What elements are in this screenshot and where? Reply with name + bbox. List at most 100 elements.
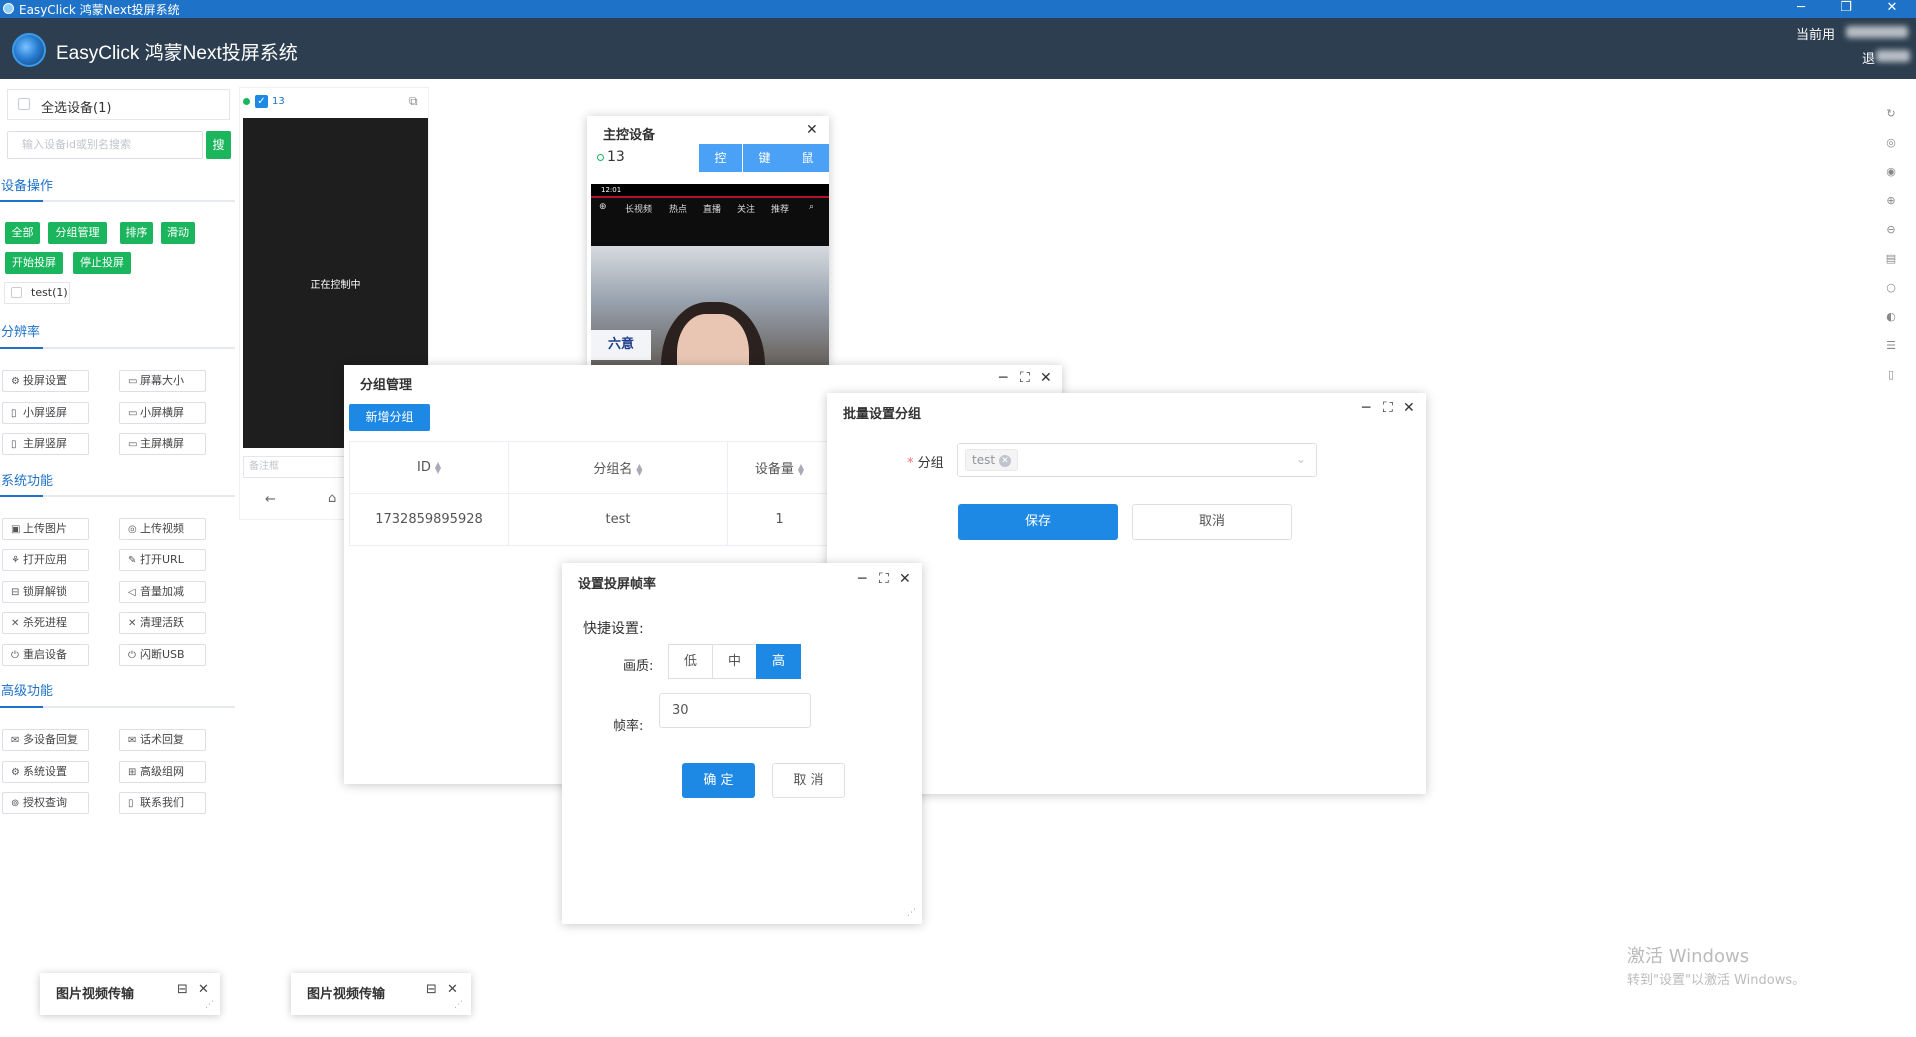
device-search-input[interactable]: 输入设备id或别名搜索 <box>7 131 203 159</box>
logout-link[interactable]: 退 <box>1862 48 1875 67</box>
minimize-dialog-icon[interactable]: ─ <box>858 571 866 587</box>
confirm-button[interactable]: 确 定 <box>682 763 755 798</box>
phone-mirror-screen[interactable]: 12:01 ⊕ 长视频 热点 直播 关注 推荐 ⌕ 六意 <box>591 184 829 380</box>
kill-process-button[interactable]: ✕ 杀死进程 <box>2 612 89 634</box>
close-icon[interactable]: ✕ <box>899 571 911 587</box>
script-reply-button[interactable]: ✉ 话术回复 <box>119 729 206 751</box>
home-icon[interactable]: ⌂ <box>328 491 336 506</box>
menu-icon[interactable]: ☰ <box>1876 333 1906 359</box>
screen-icon[interactable]: ▤ <box>1876 246 1906 272</box>
section-resolution: 分辨率 <box>1 325 41 340</box>
group-manage-button[interactable]: 分组管理 <box>48 222 107 244</box>
copy-icon[interactable]: ⧉ <box>409 94 418 109</box>
small-landscape-button[interactable]: ▭ 小屏横屏 <box>119 402 206 424</box>
quality-medium[interactable]: 中 <box>712 644 757 679</box>
restore-window-icon[interactable]: ⊟ <box>426 982 437 997</box>
zoom-in-icon[interactable]: ⊕ <box>1876 188 1906 214</box>
restore-icon[interactable]: ❐ <box>1826 0 1866 18</box>
tab-control[interactable]: 控 <box>699 144 742 172</box>
lock-icon: ⊟ <box>11 587 20 598</box>
group-checkbox[interactable] <box>11 287 22 298</box>
chevron-down-icon[interactable]: ⌄ <box>1296 452 1306 466</box>
contact-us-button[interactable]: ▯ 联系我们 <box>119 792 206 814</box>
master-device-dialog[interactable]: 主控设备 ✕ 13 控 键 鼠 12:01 ⊕ 长视频 热点 直播 关注 推荐 … <box>587 116 829 380</box>
multi-device-reply-button[interactable]: ✉ 多设备回复 <box>2 729 89 751</box>
open-app-button[interactable]: ⚘ 打开应用 <box>2 549 89 571</box>
cancel-button[interactable]: 取消 <box>1132 504 1292 540</box>
column-id[interactable]: ID ▲ ▼ <box>349 441 509 494</box>
resize-handle-icon[interactable]: ⋰ <box>205 1001 215 1011</box>
device-checkbox[interactable]: ✓ <box>255 95 268 108</box>
refresh-icon[interactable]: ↻ <box>1876 101 1906 127</box>
select-all-devices[interactable]: 全选设备(1) <box>7 89 230 120</box>
close-icon[interactable]: ✕ <box>198 982 209 997</box>
group-filter-test[interactable]: test(1) <box>4 282 70 304</box>
minimize-dialog-icon[interactable]: ─ <box>999 370 1007 386</box>
minimize-dialog-icon[interactable]: ─ <box>1362 400 1370 416</box>
back-arrow-icon[interactable]: ← <box>265 492 276 507</box>
phone-icon[interactable]: ▯ <box>1876 362 1906 388</box>
maximize-dialog-icon[interactable]: ⛶ <box>1020 370 1030 386</box>
search-button[interactable]: 搜 <box>206 131 231 159</box>
zoom-out-icon[interactable]: ⊖ <box>1876 217 1906 243</box>
screen-size-button[interactable]: ▭ 屏幕大小 <box>119 370 206 392</box>
upload-video-button[interactable]: ◎ 上传视频 <box>119 518 206 540</box>
group-select[interactable]: test ✕ ⌄ <box>957 443 1317 477</box>
quality-low[interactable]: 低 <box>668 644 713 679</box>
fps-input[interactable]: 30 <box>659 693 811 728</box>
frame-rate-dialog[interactable]: 设置投屏帧率 ─ ⛶ ✕ 快捷设置: 画质: 低 中 高 帧率: 30 确 定 … <box>562 563 922 924</box>
license-query-button[interactable]: ⊚ 授权查询 <box>2 792 89 814</box>
volume-button[interactable]: ◁ 音量加减 <box>119 581 206 603</box>
record-icon[interactable]: ◉ <box>1876 159 1906 185</box>
add-group-button[interactable]: 新增分组 <box>349 404 430 431</box>
quality-high[interactable]: 高 <box>756 644 801 679</box>
open-url-button[interactable]: ✎ 打开URL <box>119 549 206 571</box>
stop-cast-button[interactable]: 停止投屏 <box>73 252 131 274</box>
close-icon[interactable]: ✕ <box>1040 370 1052 386</box>
swipe-button[interactable]: 滑动 <box>161 222 195 244</box>
table-row[interactable]: 1732859895928 test 1 <box>349 493 832 546</box>
resize-handle-icon[interactable]: ⋰ <box>907 909 917 919</box>
all-button[interactable]: 全部 <box>5 222 40 244</box>
resize-handle-icon[interactable]: ⋰ <box>454 1001 464 1011</box>
cancel-button[interactable]: 取 消 <box>772 763 845 798</box>
sort-icon: ▲ ▼ <box>797 461 805 477</box>
small-portrait-button[interactable]: ▯ 小屏竖屏 <box>2 402 89 424</box>
mini-window-media-transfer[interactable]: 图片视频传输 ⊟ ✕ ⋰ <box>40 973 220 1015</box>
main-landscape-button[interactable]: ▭ 主屏横屏 <box>119 433 206 455</box>
advanced-network-button[interactable]: ⊞ 高级组网 <box>119 761 206 783</box>
close-icon[interactable]: ✕ <box>806 122 818 138</box>
toggle-icon[interactable]: ◐ <box>1876 304 1906 330</box>
selected-group-tag[interactable]: test ✕ <box>965 449 1019 471</box>
window-title: EasyClick 鸿蒙Next投屏系统 <box>19 3 180 17</box>
batch-dialog-title: 批量设置分组 <box>843 407 922 422</box>
tab-mouse[interactable]: 鼠 <box>786 144 829 172</box>
cast-settings-button[interactable]: ⚙ 投屏设置 <box>2 370 89 392</box>
minimize-icon[interactable]: ─ <box>1781 0 1821 18</box>
sort-button[interactable]: 排序 <box>120 222 153 244</box>
maximize-dialog-icon[interactable]: ⛶ <box>879 571 889 587</box>
save-button[interactable]: 保存 <box>958 504 1118 540</box>
system-settings-button[interactable]: ⚙ 系统设置 <box>2 761 89 783</box>
section-divider <box>0 347 235 349</box>
tab-keyboard[interactable]: 键 <box>743 144 786 172</box>
close-window-icon[interactable]: ✕ <box>1872 0 1912 18</box>
mini-window-media-transfer-2[interactable]: 图片视频传输 ⊟ ✕ ⋰ <box>291 973 471 1015</box>
reboot-device-button[interactable]: ⏻ 重启设备 <box>2 644 89 666</box>
restore-window-icon[interactable]: ⊟ <box>177 982 188 997</box>
target-icon[interactable]: ◎ <box>1876 130 1906 156</box>
close-icon[interactable]: ✕ <box>447 982 458 997</box>
select-all-checkbox[interactable] <box>18 98 30 110</box>
column-group-name[interactable]: 分组名 ▲ ▼ <box>508 441 728 494</box>
column-device-count[interactable]: 设备量 ▲ ▼ <box>727 441 832 494</box>
maximize-dialog-icon[interactable]: ⛶ <box>1383 400 1393 416</box>
upload-image-button[interactable]: ▣ 上传图片 <box>2 518 89 540</box>
lock-unlock-button[interactable]: ⊟ 锁屏解锁 <box>2 581 89 603</box>
search-icon[interactable]: ○ <box>1876 275 1906 301</box>
gear-icon: ⚙ <box>11 767 20 778</box>
start-cast-button[interactable]: 开始投屏 <box>5 252 63 274</box>
clear-active-button[interactable]: ✕ 清理活跃 <box>119 612 206 634</box>
close-icon[interactable]: ✕ <box>1403 400 1415 416</box>
usb-flash-button[interactable]: ⏻ 闪断USB <box>119 644 206 666</box>
main-portrait-button[interactable]: ▯ 主屏竖屏 <box>2 433 89 455</box>
